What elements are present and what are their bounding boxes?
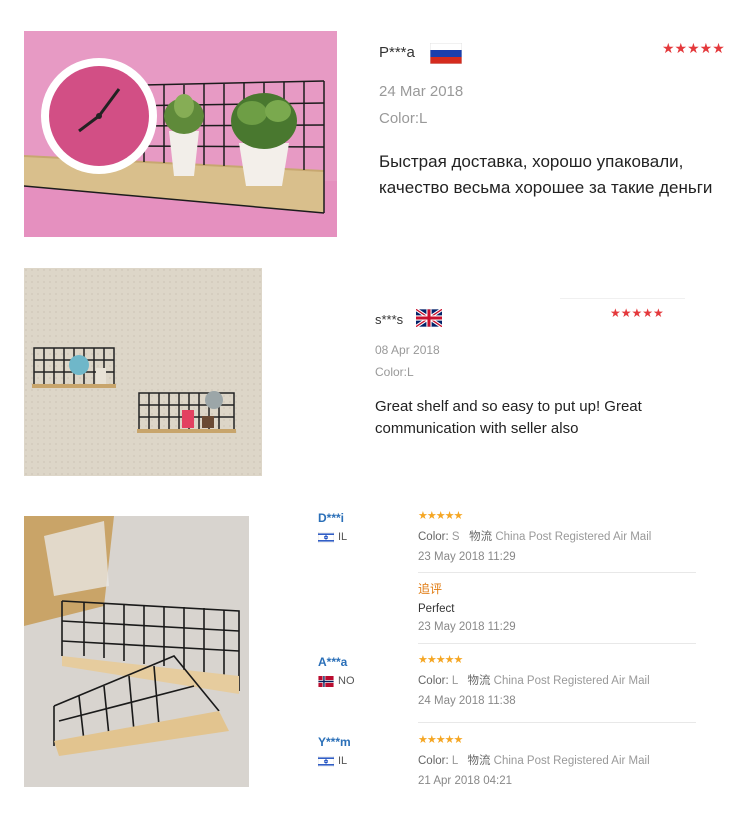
review-country: IL [317, 755, 348, 767]
review-username[interactable]: Y***m [318, 735, 351, 749]
review-color: Color:L [379, 110, 428, 127]
review-meta: Color: L 物流 China Post Registered Air Ma… [418, 672, 650, 688]
star-rating: ★★★★★ [662, 40, 725, 56]
followup-text: Perfect [418, 603, 455, 615]
russia-flag-icon [429, 42, 463, 65]
color-value: L [451, 675, 458, 687]
color-label: Color: [418, 755, 449, 767]
review-meta: Color: L 物流 China Post Registered Air Ma… [418, 752, 650, 768]
color-value: L [451, 755, 458, 767]
followup-date: 23 May 2018 11:29 [418, 621, 516, 633]
uk-flag-icon [415, 307, 443, 329]
israel-flag-icon [317, 755, 335, 767]
star-rating: ★★★★★ [418, 654, 463, 666]
review-item: A***a NO ★★★★★ Color: L 物流 China Post Re… [318, 654, 696, 723]
review-photo-two-shelves[interactable] [24, 268, 262, 476]
divider [560, 298, 685, 299]
shipping-label: 物流 [467, 755, 491, 767]
star-rating: ★★★★★ [418, 510, 463, 522]
country-code: IL [338, 531, 348, 543]
review-item: Y***m IL ★★★★★ Color: L 物流 China Post Re… [317, 734, 696, 795]
review-username[interactable]: D***i [318, 511, 344, 525]
country-code: IL [338, 755, 348, 767]
shipping-value: China Post Registered Air Mail [493, 675, 650, 687]
norway-flag-icon [318, 675, 334, 687]
divider [418, 572, 696, 573]
review-username[interactable]: A***a [318, 655, 347, 669]
review-username: P***a [379, 44, 415, 61]
color-label: Color: [418, 675, 449, 687]
color-value: S [451, 531, 460, 543]
review-country: IL [317, 531, 348, 543]
shipping-label: 物流 [467, 675, 491, 687]
review-country: NO [318, 675, 355, 687]
shipping-value: China Post Registered Air Mail [493, 755, 650, 767]
review-username: s***s [375, 312, 404, 327]
review-date: 21 Apr 2018 04:21 [418, 775, 512, 787]
review-date: 23 May 2018 11:29 [418, 551, 516, 563]
divider [418, 643, 696, 644]
review-photo-pink-wall-shelf[interactable] [24, 31, 337, 237]
review-date: 24 May 2018 11:38 [418, 695, 516, 707]
followup-label: 追评 [418, 582, 443, 596]
review-item: D***i IL ★★★★★ Color: S 物流 China Post Re… [317, 510, 696, 573]
shipping-value: China Post Registered Air Mail [495, 531, 652, 543]
star-rating: ★★★★★ [418, 734, 463, 746]
review-text: Great shelf and so easy to put up! Great… [375, 398, 642, 437]
divider [418, 722, 696, 723]
color-label: Color: [418, 531, 449, 543]
review-date: 08 Apr 2018 [375, 343, 440, 357]
country-code: NO [338, 675, 355, 687]
shipping-label: 物流 [469, 531, 493, 543]
review-photo-shelves-floor[interactable] [24, 516, 249, 787]
review-meta: Color: S 物流 China Post Registered Air Ma… [418, 528, 651, 544]
review-color: Color:L [375, 365, 414, 379]
review-date: 24 Mar 2018 [379, 83, 464, 100]
review-text: Быстрая доставка, хорошо упаковали, каче… [379, 152, 713, 197]
star-rating: ★★★★★ [610, 306, 664, 320]
israel-flag-icon [317, 531, 335, 543]
